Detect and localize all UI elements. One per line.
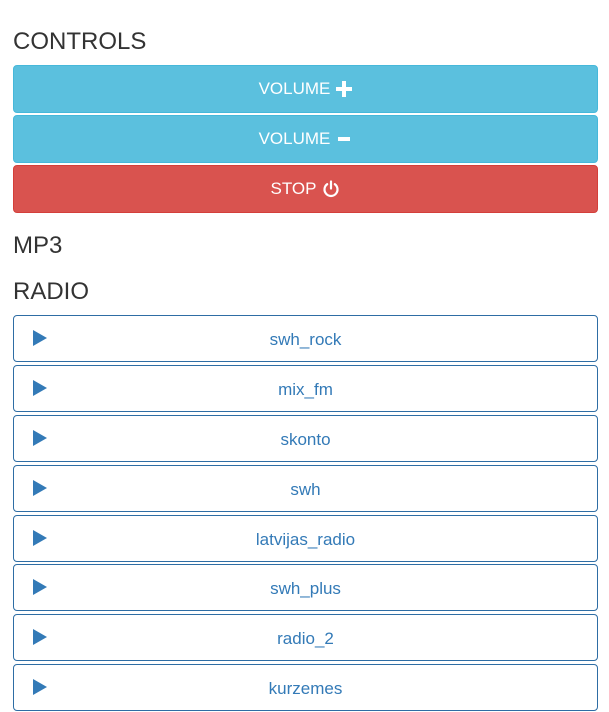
station-name: swh_plus — [270, 579, 341, 598]
station-button-skonto[interactable]: skonto — [13, 415, 598, 462]
station-button-kurzemes[interactable]: kurzemes — [13, 664, 598, 711]
station-name: swh — [290, 480, 321, 499]
station-button-swh[interactable]: swh — [13, 465, 598, 512]
station-name: radio_2 — [277, 629, 334, 648]
station-name: latvijas_radio — [255, 530, 356, 549]
station-button-swh-rock[interactable]: swh_rock — [13, 315, 598, 362]
volume-down-button[interactable]: VOLUME — [13, 115, 598, 163]
station-name: swh_rock — [269, 330, 342, 349]
plus-icon — [336, 81, 353, 97]
mp3-heading: MP3 — [13, 232, 63, 259]
stop-button[interactable]: STOP — [13, 165, 598, 213]
volume-up-button[interactable]: VOLUME — [13, 65, 598, 113]
power-icon — [322, 180, 340, 198]
station-button-swh-plus[interactable]: swh_plus — [13, 564, 598, 611]
volume-down-label: VOLUME — [258, 129, 331, 148]
minus-icon — [336, 131, 352, 147]
station-button-latvijas-radio[interactable]: latvijas_radio — [13, 515, 598, 562]
player-page: CONTROLS VOLUME VOLUME STOP MP3 RADIO sw… — [0, 0, 609, 712]
station-name: mix_fm — [278, 380, 333, 399]
volume-up-label: VOLUME — [258, 79, 331, 98]
station-name: skonto — [280, 430, 331, 449]
radio-heading: RADIO — [13, 278, 90, 305]
station-name: kurzemes — [268, 679, 343, 698]
controls-heading: CONTROLS — [13, 28, 147, 55]
station-button-mix-fm[interactable]: mix_fm — [13, 365, 598, 412]
stop-label: STOP — [270, 179, 317, 198]
station-button-radio-2[interactable]: radio_2 — [13, 614, 598, 661]
